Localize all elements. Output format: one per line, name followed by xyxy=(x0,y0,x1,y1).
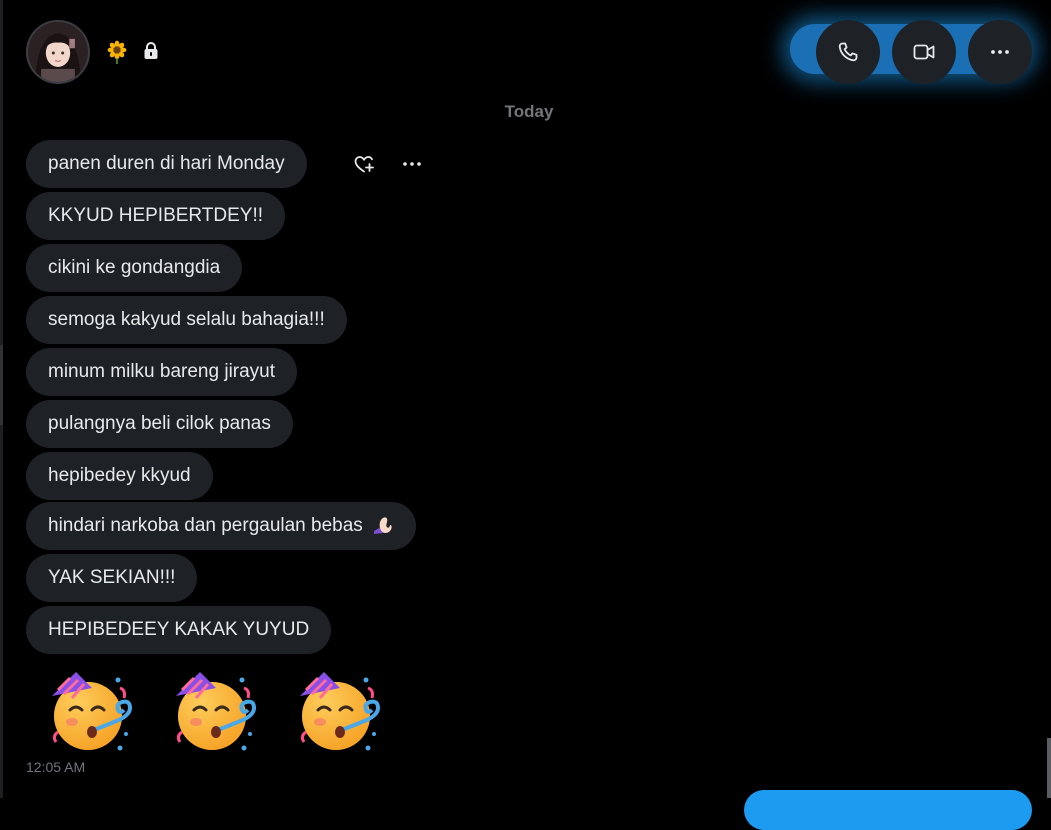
sunflower-icon xyxy=(106,40,128,64)
call-button[interactable] xyxy=(816,20,880,84)
video-icon xyxy=(913,44,935,60)
left-divider-handle xyxy=(0,345,3,425)
message-bubble[interactable]: KKYUD HEPIBERTDEY!! xyxy=(26,192,286,240)
message-timestamp: 12:05 AM xyxy=(26,759,86,775)
pinching-hand-icon xyxy=(374,517,392,534)
partying-face-icon xyxy=(176,672,257,751)
scrollbar-thumb[interactable] xyxy=(1047,738,1051,798)
avatar[interactable] xyxy=(26,20,90,84)
video-call-button[interactable] xyxy=(892,20,956,84)
day-divider: Today xyxy=(504,102,554,121)
message-bubble[interactable]: HEPIBEDEEY KAKAK YUYUD xyxy=(26,606,332,654)
more-options-button[interactable] xyxy=(968,20,1032,84)
message-actions xyxy=(352,152,424,176)
message-more-icon[interactable] xyxy=(400,152,424,176)
message-bubble[interactable]: YAK SEKIAN!!! xyxy=(26,554,198,602)
emoji-message[interactable] xyxy=(48,670,382,756)
message-bubble[interactable]: pulangnya beli cilok panas xyxy=(26,400,293,448)
message-bubble[interactable]: semoga kakyud selalu bahagia!!! xyxy=(26,296,347,344)
partying-face-icon xyxy=(52,672,133,751)
sent-message-bubble[interactable] xyxy=(744,790,1032,830)
message-bubble-with-emoji[interactable]: hindari narkoba dan pergaulan bebas xyxy=(26,502,417,550)
message-bubble[interactable]: hepibedey kkyud xyxy=(26,452,213,500)
lock-icon xyxy=(143,42,159,60)
message-bubble[interactable]: panen duren di hari Monday xyxy=(26,140,307,188)
message-bubble[interactable]: minum milku bareng jirayut xyxy=(26,348,298,396)
message-bubble[interactable]: cikini ke gondangdia xyxy=(26,244,243,292)
partying-face-icon xyxy=(300,672,381,751)
more-icon xyxy=(991,50,1009,54)
message-text: hindari narkoba dan pergaulan bebas xyxy=(48,515,363,536)
conversation-header xyxy=(0,0,1051,104)
add-reaction-icon[interactable] xyxy=(352,152,376,176)
phone-icon xyxy=(838,42,858,62)
